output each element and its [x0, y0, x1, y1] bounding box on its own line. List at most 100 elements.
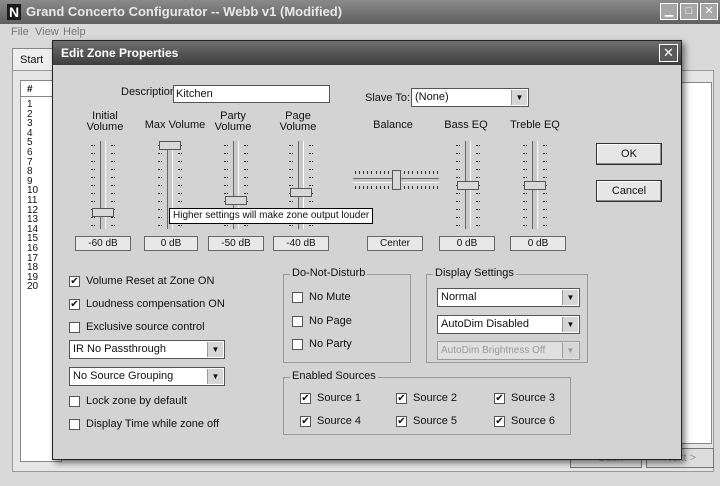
slider-thumb[interactable]	[290, 188, 312, 198]
slider-tick	[91, 161, 95, 162]
source-4-option[interactable]: ✔ Source 4	[300, 415, 380, 429]
no-mute-option[interactable]: No Mute	[292, 291, 392, 305]
slider-thumb[interactable]	[92, 208, 114, 218]
max-volume-value: 0 dB	[144, 236, 198, 251]
no-mute-checkbox[interactable]	[292, 292, 303, 303]
menu-view[interactable]: View	[35, 26, 59, 38]
list-item[interactable]: 20	[27, 282, 38, 292]
no-page-option[interactable]: No Page	[292, 315, 392, 329]
slider-tick	[408, 186, 410, 189]
slider-thumb[interactable]	[524, 180, 546, 190]
slider-tick	[355, 171, 356, 174]
no-page-label: No Page	[309, 315, 352, 327]
slider-tick	[111, 225, 115, 226]
cancel-button[interactable]: Cancel	[596, 180, 662, 202]
autodim-select[interactable]: AutoDim Disabled ▼	[437, 315, 580, 334]
source-6-checkbox[interactable]: ✔	[494, 416, 505, 427]
slider-tick	[91, 225, 95, 226]
list-item[interactable]: 8	[27, 167, 33, 177]
bass-eq-value: 0 dB	[439, 236, 495, 251]
menu-help[interactable]: Help	[63, 26, 86, 38]
source-3-label: Source 3	[511, 392, 556, 404]
do-not-disturb-group: Do-Not-Disturb No Mute No Page No Party	[283, 267, 411, 363]
list-item[interactable]: 11	[27, 196, 37, 206]
slider-thumb[interactable]	[457, 180, 479, 190]
slider-tick	[523, 177, 527, 178]
party-volume-value: -50 dB	[208, 236, 264, 251]
source-grouping-select[interactable]: No Source Grouping ▼	[69, 367, 225, 386]
source-3-checkbox[interactable]: ✔	[494, 393, 505, 404]
slider-tick	[456, 217, 460, 218]
tab-start[interactable]: Start	[12, 48, 54, 71]
source-4-checkbox[interactable]: ✔	[300, 416, 311, 427]
loudness-checkbox[interactable]: ✔	[69, 299, 80, 310]
slider-tick	[111, 145, 115, 146]
source-3-option[interactable]: ✔ Source 3	[494, 392, 564, 406]
source-2-checkbox[interactable]: ✔	[396, 393, 407, 404]
no-party-checkbox[interactable]	[292, 339, 303, 350]
close-main-button[interactable]: ✕	[700, 3, 718, 20]
list-item[interactable]: 3	[27, 119, 33, 129]
display-time-checkbox[interactable]	[69, 419, 80, 430]
slider-tick	[424, 171, 426, 174]
balance-value: Center	[367, 236, 423, 251]
slider-thumb[interactable]	[391, 170, 401, 190]
menu-file[interactable]: File	[11, 26, 29, 38]
close-icon[interactable]: ✕	[659, 44, 678, 62]
source-2-option[interactable]: ✔ Source 2	[396, 392, 476, 406]
no-page-checkbox[interactable]	[292, 316, 303, 327]
loudness-option[interactable]: ✔ Loudness compensation ON	[69, 298, 269, 312]
lock-zone-option[interactable]: Lock zone by default	[69, 395, 269, 409]
initial-volume-slider[interactable]	[88, 141, 118, 229]
source-5-option[interactable]: ✔ Source 5	[396, 415, 476, 429]
list-item[interactable]: 6	[27, 148, 33, 158]
lock-zone-checkbox[interactable]	[69, 396, 80, 407]
list-item[interactable]: 16	[27, 244, 38, 254]
slider-tick	[91, 177, 95, 178]
chevron-down-icon: ▼	[207, 369, 223, 384]
exclusive-option[interactable]: Exclusive source control	[69, 321, 269, 335]
slider-thumb[interactable]	[159, 141, 181, 150]
source-1-option[interactable]: ✔ Source 1	[300, 392, 380, 406]
slider-tick	[111, 177, 115, 178]
ir-passthrough-select[interactable]: IR No Passthrough ▼	[69, 340, 225, 359]
edit-zone-dialog: Edit Zone Properties ✕ Description: Kitc…	[52, 40, 682, 460]
slider-tick	[523, 193, 527, 194]
slider-tick	[224, 193, 228, 194]
do-not-disturb-title: Do-Not-Disturb	[290, 267, 368, 279]
source-1-checkbox[interactable]: ✔	[300, 393, 311, 404]
slider-thumb[interactable]	[225, 196, 247, 206]
balance-slider[interactable]	[353, 166, 439, 194]
slider-tick	[178, 153, 182, 154]
slider-tick	[224, 169, 228, 170]
slider-tick	[387, 186, 389, 189]
slider-tick	[309, 225, 313, 226]
volume-reset-checkbox[interactable]: ✔	[69, 276, 80, 287]
app-logo: N	[7, 4, 21, 20]
bass-eq-slider[interactable]	[453, 141, 483, 229]
no-party-option[interactable]: No Party	[292, 338, 392, 352]
treble-eq-slider[interactable]	[520, 141, 550, 229]
list-item[interactable]: 1	[27, 100, 33, 110]
display-time-option[interactable]: Display Time while zone off	[69, 418, 269, 432]
volume-reset-option[interactable]: ✔ Volume Reset at Zone ON	[69, 275, 269, 289]
description-field[interactable]: Kitchen	[173, 85, 330, 103]
slave-to-select[interactable]: (None) ▼	[411, 88, 529, 107]
source-5-checkbox[interactable]: ✔	[396, 416, 407, 427]
display-mode-select[interactable]: Normal ▼	[437, 288, 580, 307]
slider-tick	[309, 153, 313, 154]
maximize-button[interactable]: □	[680, 3, 698, 20]
slider-tick	[158, 201, 162, 202]
minimize-button[interactable]: ▁	[660, 3, 678, 20]
source-6-option[interactable]: ✔ Source 6	[494, 415, 564, 429]
ok-button[interactable]: OK	[596, 143, 662, 165]
source-grouping-value: No Source Grouping	[73, 370, 174, 382]
chevron-down-icon: ▼	[562, 317, 578, 332]
slider-tick	[289, 153, 293, 154]
exclusive-checkbox[interactable]	[69, 322, 80, 333]
slider-tick	[412, 186, 414, 189]
list-item[interactable]: 18	[27, 263, 38, 273]
list-item[interactable]: 13	[27, 215, 38, 225]
slider-tick	[178, 185, 182, 186]
slider-tick	[456, 145, 460, 146]
